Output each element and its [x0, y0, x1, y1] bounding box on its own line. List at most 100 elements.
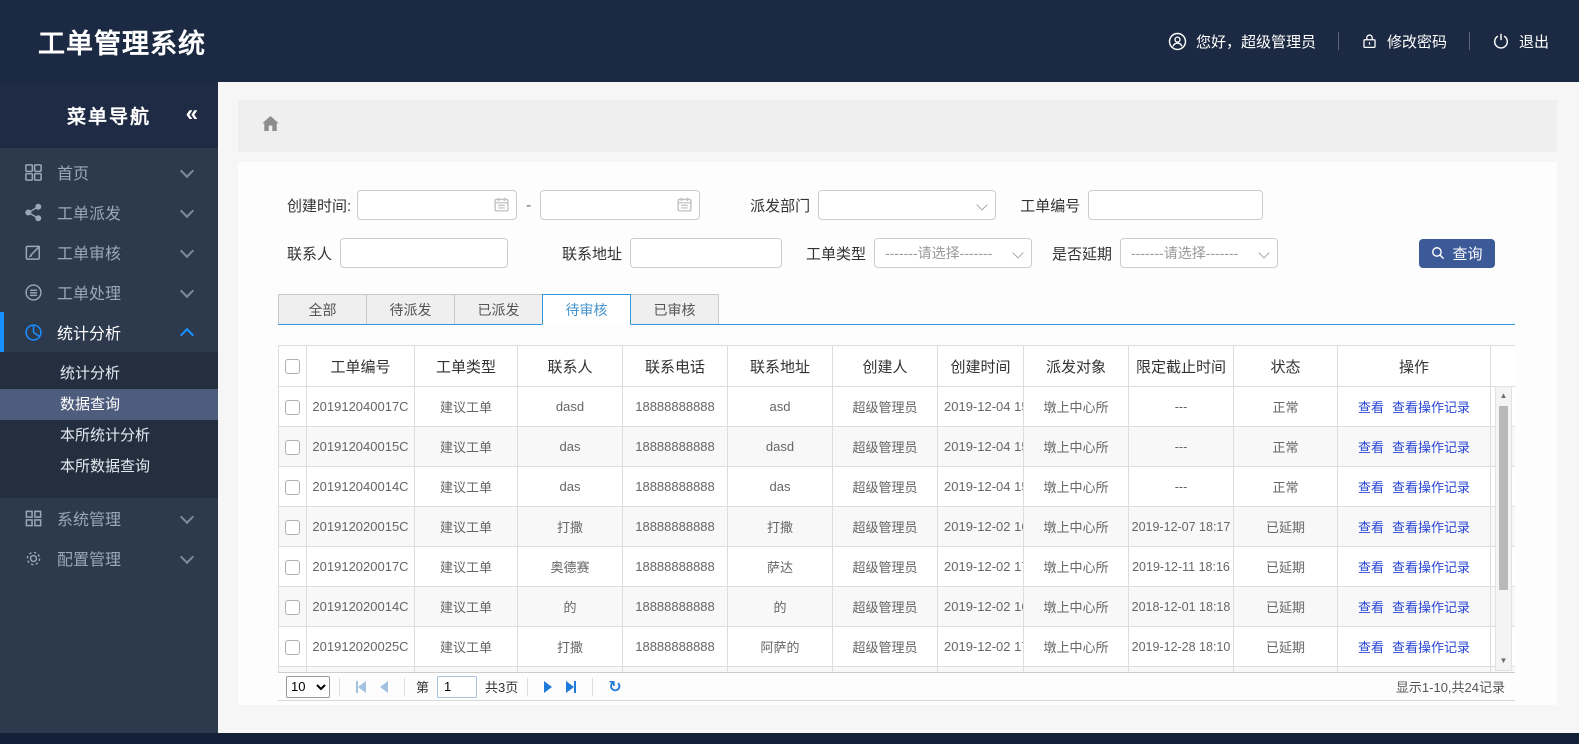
greeting-text: 您好，超级管理员	[1195, 33, 1316, 51]
calendar-icon[interactable]	[676, 196, 693, 217]
page-number-input[interactable]	[437, 675, 478, 698]
view-link[interactable]: 查看	[1358, 520, 1384, 535]
home-icon[interactable]	[260, 114, 281, 139]
dispatch-dept-select[interactable]	[818, 190, 997, 220]
tab-4[interactable]: 已审核	[630, 294, 719, 324]
cell-creator: 超级管理员	[832, 466, 938, 507]
tab-1[interactable]: 待派发	[366, 294, 455, 324]
sidebar-subitem-stats-analysis[interactable]: 统计分析	[0, 358, 218, 389]
view-log-link[interactable]: 查看操作记录	[1392, 640, 1470, 655]
logout-button[interactable]: 退出	[1492, 31, 1549, 52]
view-link[interactable]: 查看	[1358, 400, 1384, 415]
cell-deadline: ---	[1128, 466, 1234, 507]
view-link[interactable]: 查看	[1358, 480, 1384, 495]
sidebar-title: 菜单导航	[66, 106, 151, 128]
order-no-input[interactable]	[1088, 190, 1264, 220]
sidebar-item-system[interactable]: 系统管理	[0, 498, 218, 538]
sidebar-item-process[interactable]: 工单处理	[0, 272, 218, 312]
row-checkbox[interactable]	[285, 559, 300, 575]
sidebar-subitem-local-stats[interactable]: 本所统计分析	[0, 420, 218, 451]
search-button[interactable]: 查询	[1419, 238, 1495, 268]
tab-0[interactable]: 全部	[278, 294, 367, 324]
chevron-down-icon	[179, 203, 195, 218]
cell-phone: 18888888888	[622, 506, 728, 547]
actions-cell: 查看 查看操作记录	[1337, 466, 1491, 507]
view-link[interactable]: 查看	[1358, 600, 1384, 615]
calendar-icon[interactable]	[493, 196, 510, 217]
row-checkbox[interactable]	[285, 519, 300, 535]
cell-contact: das	[517, 466, 623, 507]
first-page-button[interactable]	[356, 680, 366, 693]
column-header: 工单类型	[414, 345, 518, 387]
scroll-up-icon[interactable]: ▲	[1496, 389, 1511, 403]
search-button-label: 查询	[1452, 245, 1483, 263]
cell-creator: 超级管理员	[832, 586, 938, 627]
user-greeting[interactable]: 您好，超级管理员	[1168, 31, 1316, 52]
cell-create_time: 2019-12-04 15	[937, 426, 1024, 467]
view-log-link[interactable]: 查看操作记录	[1392, 560, 1470, 575]
sidebar-item-label: 系统管理	[57, 512, 122, 529]
page-size-select[interactable]: 10	[286, 675, 330, 698]
view-log-link[interactable]: 查看操作记录	[1392, 440, 1470, 455]
sidebar-item-label: 配置管理	[57, 552, 122, 569]
view-log-link[interactable]: 查看操作记录	[1392, 600, 1470, 615]
status-cell: 已延期	[1233, 546, 1338, 587]
record-summary: 显示1-10,共24记录	[1395, 680, 1505, 695]
tab-3[interactable]: 待审核	[542, 294, 631, 325]
cell-order_no: 201912040017C	[306, 386, 415, 427]
change-password-button[interactable]: 修改密码	[1361, 31, 1447, 52]
modules-icon	[24, 509, 43, 528]
cell-contact: dasd	[517, 386, 623, 427]
contact-input[interactable]	[340, 238, 509, 268]
row-checkbox[interactable]	[285, 599, 300, 615]
view-link[interactable]: 查看	[1358, 560, 1384, 575]
actions-cell: 查看 查看操作记录	[1337, 546, 1491, 587]
sidebar-submenu: 统计分析 数据查询 本所统计分析 本所数据查询	[0, 352, 218, 498]
sidebar-item-review[interactable]: 工单审核	[0, 232, 218, 272]
row-checkbox[interactable]	[285, 479, 300, 495]
prev-page-button[interactable]	[380, 680, 388, 693]
sidebar-item-home[interactable]: 首页	[0, 152, 218, 192]
sidebar-item-stats[interactable]: 统计分析	[0, 312, 218, 352]
chevron-down-icon	[1012, 247, 1024, 259]
cell-dispatch_target: 墩上中心所	[1023, 546, 1129, 587]
actions-cell: 查看 查看操作记录	[1337, 426, 1491, 467]
last-page-button[interactable]	[566, 680, 577, 693]
view-log-link[interactable]: 查看操作记录	[1392, 400, 1470, 415]
scrollbar-thumb[interactable]	[1499, 406, 1508, 590]
refresh-icon[interactable]: ↻	[608, 677, 621, 697]
sidebar-subitem-local-data[interactable]: 本所数据查询	[0, 451, 218, 482]
column-header: 工单编号	[306, 345, 415, 387]
sidebar-subitem-data-query[interactable]: 数据查询	[0, 389, 218, 420]
chevron-up-icon	[179, 327, 195, 342]
delay-select[interactable]: -------请选择-------	[1120, 238, 1279, 268]
user-icon	[1168, 32, 1187, 51]
sidebar-item-dispatch[interactable]: 工单派发	[0, 192, 218, 232]
status-cell: 已延期	[1233, 506, 1338, 547]
collapse-sidebar-icon[interactable]: «	[186, 100, 198, 126]
delay-label: 是否延期	[1052, 245, 1113, 263]
view-log-link[interactable]: 查看操作记录	[1392, 520, 1470, 535]
column-header: 联系人	[517, 345, 623, 387]
cell-order_no: 201912020025C	[306, 626, 415, 667]
row-checkbox[interactable]	[285, 439, 300, 455]
view-log-link[interactable]: 查看操作记录	[1392, 480, 1470, 495]
next-page-button[interactable]	[544, 680, 553, 693]
table-row: 201912040017C 建议工单 dasd 18888888888 asd 超级管理员…	[278, 386, 1515, 427]
table-scrollbar[interactable]: ▲ ▼	[1495, 386, 1512, 671]
order-type-select[interactable]: -------请选择-------	[874, 238, 1033, 268]
select-all-checkbox[interactable]	[285, 359, 300, 375]
row-checkbox[interactable]	[285, 639, 300, 655]
cell-create_time: 2019-12-02 17	[937, 546, 1024, 587]
address-input[interactable]	[630, 238, 783, 268]
scroll-down-icon[interactable]: ▼	[1496, 654, 1511, 668]
view-link[interactable]: 查看	[1358, 440, 1384, 455]
row-checkbox[interactable]	[285, 399, 300, 415]
orders-table-wrap: 工单编号 工单类型 联系人 联系电话 联系地址 创建人 创建时间 派发对象 限定截止时间 状态 操作…	[278, 345, 1515, 672]
tab-2[interactable]: 已派发	[454, 294, 543, 324]
cell-order_type: 建议工单	[414, 626, 518, 667]
delay-value: -------请选择-------	[1131, 245, 1239, 261]
order-type-label: 工单类型	[806, 245, 867, 263]
sidebar-item-config[interactable]: 配置管理	[0, 538, 218, 578]
view-link[interactable]: 查看	[1358, 640, 1384, 655]
